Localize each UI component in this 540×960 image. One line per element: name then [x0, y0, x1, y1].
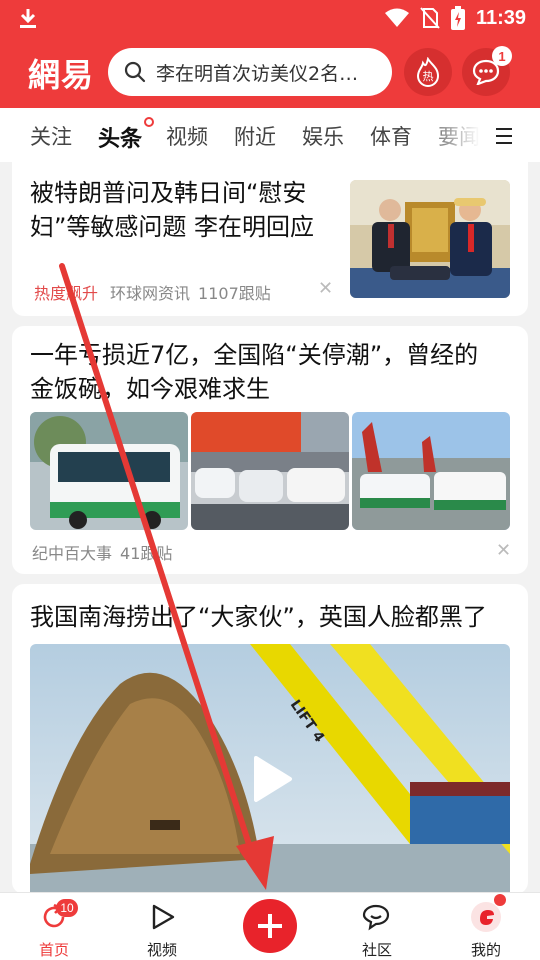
battery-icon — [450, 6, 465, 30]
plus-icon — [258, 914, 282, 938]
nav-me[interactable]: 我的 — [446, 893, 526, 960]
status-bar: 11:39 — [0, 0, 540, 36]
news-card[interactable]: 我国南海捞出了“大家伙”，英国人脸都黑了 LIFT 4 — [12, 584, 528, 894]
card-title-line: 被特朗普问及韩日间“慰安 — [30, 179, 307, 207]
no-sim-icon — [420, 7, 440, 29]
messages-badge: 1 — [492, 46, 512, 66]
wifi-icon — [384, 8, 409, 27]
channel-tabs: 关注 头条 视频 附近 娱乐 体育 要闻 — [0, 108, 540, 162]
news-card[interactable]: 被特朗普问及韩日间“慰安 妇”等敏感问题 李在明回应 热度飙升 环球网资讯 1107… — [12, 162, 528, 316]
news-thumbnail — [350, 180, 510, 298]
avatar-icon — [471, 902, 501, 932]
download-icon — [20, 9, 36, 28]
community-icon — [362, 904, 390, 931]
close-icon[interactable]: ✕ — [496, 540, 511, 561]
bottom-nav: 10 首页 视频 社区 我的 — [0, 892, 540, 960]
card-title-line: 金饭碗，如今艰难求生 — [30, 375, 270, 403]
tab-nearby[interactable]: 附近 — [234, 121, 276, 151]
hot-tag: 热度飙升 — [34, 284, 99, 303]
comment-count: 41跟贴 — [120, 544, 173, 563]
tab-new-dot — [144, 117, 155, 127]
nav-home-label: 首页 — [38, 941, 69, 959]
status-icons: 11:39 — [384, 4, 526, 32]
card-title: 我国南海捞出了“大家伙”，英国人脸都黑了 — [30, 603, 487, 631]
source-name: 纪中百大事 — [32, 544, 113, 563]
card-meta: 纪中百大事 41跟贴 — [32, 540, 172, 564]
nav-video[interactable]: 视频 — [122, 893, 202, 960]
nav-video-label: 视频 — [146, 941, 177, 959]
nav-me-label: 我的 — [470, 941, 501, 959]
tab-video[interactable]: 视频 — [166, 121, 208, 151]
news-image — [191, 412, 349, 530]
card-meta: 热度飙升 环球网资讯 1107跟贴 — [34, 280, 271, 304]
nav-home[interactable]: 10 首页 — [14, 893, 94, 960]
clock: 11:39 — [475, 6, 526, 29]
messages-button[interactable]: 1 — [462, 46, 512, 96]
tab-headlines-label: 头条 — [98, 127, 143, 152]
news-card[interactable]: 一年亏损近7亿，全国陷“关停潮”，曾经的 金饭碗，如今艰难求生 纪中百大事 41… — [12, 326, 528, 574]
tab-entertainment[interactable]: 娱乐 — [302, 121, 344, 151]
menu-icon[interactable] — [496, 128, 512, 144]
home-badge: 10 — [56, 899, 78, 917]
news-image — [30, 412, 188, 530]
video-icon — [152, 904, 175, 930]
search-bar[interactable]: 李在明首次访美仪2名… — [108, 48, 392, 96]
comment-count: 1107跟贴 — [198, 284, 271, 303]
tab-headlines[interactable]: 头条 — [98, 117, 155, 153]
card-title-line: 妇”等敏感问题 李在明回应 — [30, 213, 315, 241]
hot-list-button[interactable]: 热 — [404, 48, 452, 96]
app-logo[interactable]: 網易 — [28, 50, 94, 96]
search-placeholder: 李在明首次访美仪2名… — [156, 62, 359, 85]
publish-button[interactable] — [243, 899, 297, 953]
hot-icon: 热 — [416, 57, 440, 87]
close-icon[interactable]: ✕ — [318, 278, 333, 299]
tab-sports[interactable]: 体育 — [370, 121, 412, 151]
card-title: 一年亏损近7亿，全国陷“关停潮”，曾经的 金饭碗，如今艰难求生 — [30, 338, 478, 406]
play-icon[interactable] — [250, 754, 294, 804]
source-name: 环球网资讯 — [110, 284, 191, 303]
top-header: 11:39 網易 李在明首次访美仪2名… 热 1 — [0, 0, 540, 108]
news-image — [352, 412, 510, 530]
nav-community[interactable]: 社区 — [337, 893, 417, 960]
card-title: 被特朗普问及韩日间“慰安 妇”等敏感问题 李在明回应 — [30, 176, 314, 244]
search-icon — [124, 61, 146, 83]
video-thumbnail[interactable]: LIFT 4 — [30, 644, 510, 894]
hot-icon-label: 热 — [423, 70, 434, 83]
card-title-line: 一年亏损近7亿，全国陷“关停潮”，曾经的 — [30, 341, 479, 369]
nav-community-label: 社区 — [361, 941, 392, 959]
tab-follow[interactable]: 关注 — [30, 121, 72, 151]
tabs-fade — [420, 108, 480, 162]
notification-dot — [494, 894, 506, 906]
